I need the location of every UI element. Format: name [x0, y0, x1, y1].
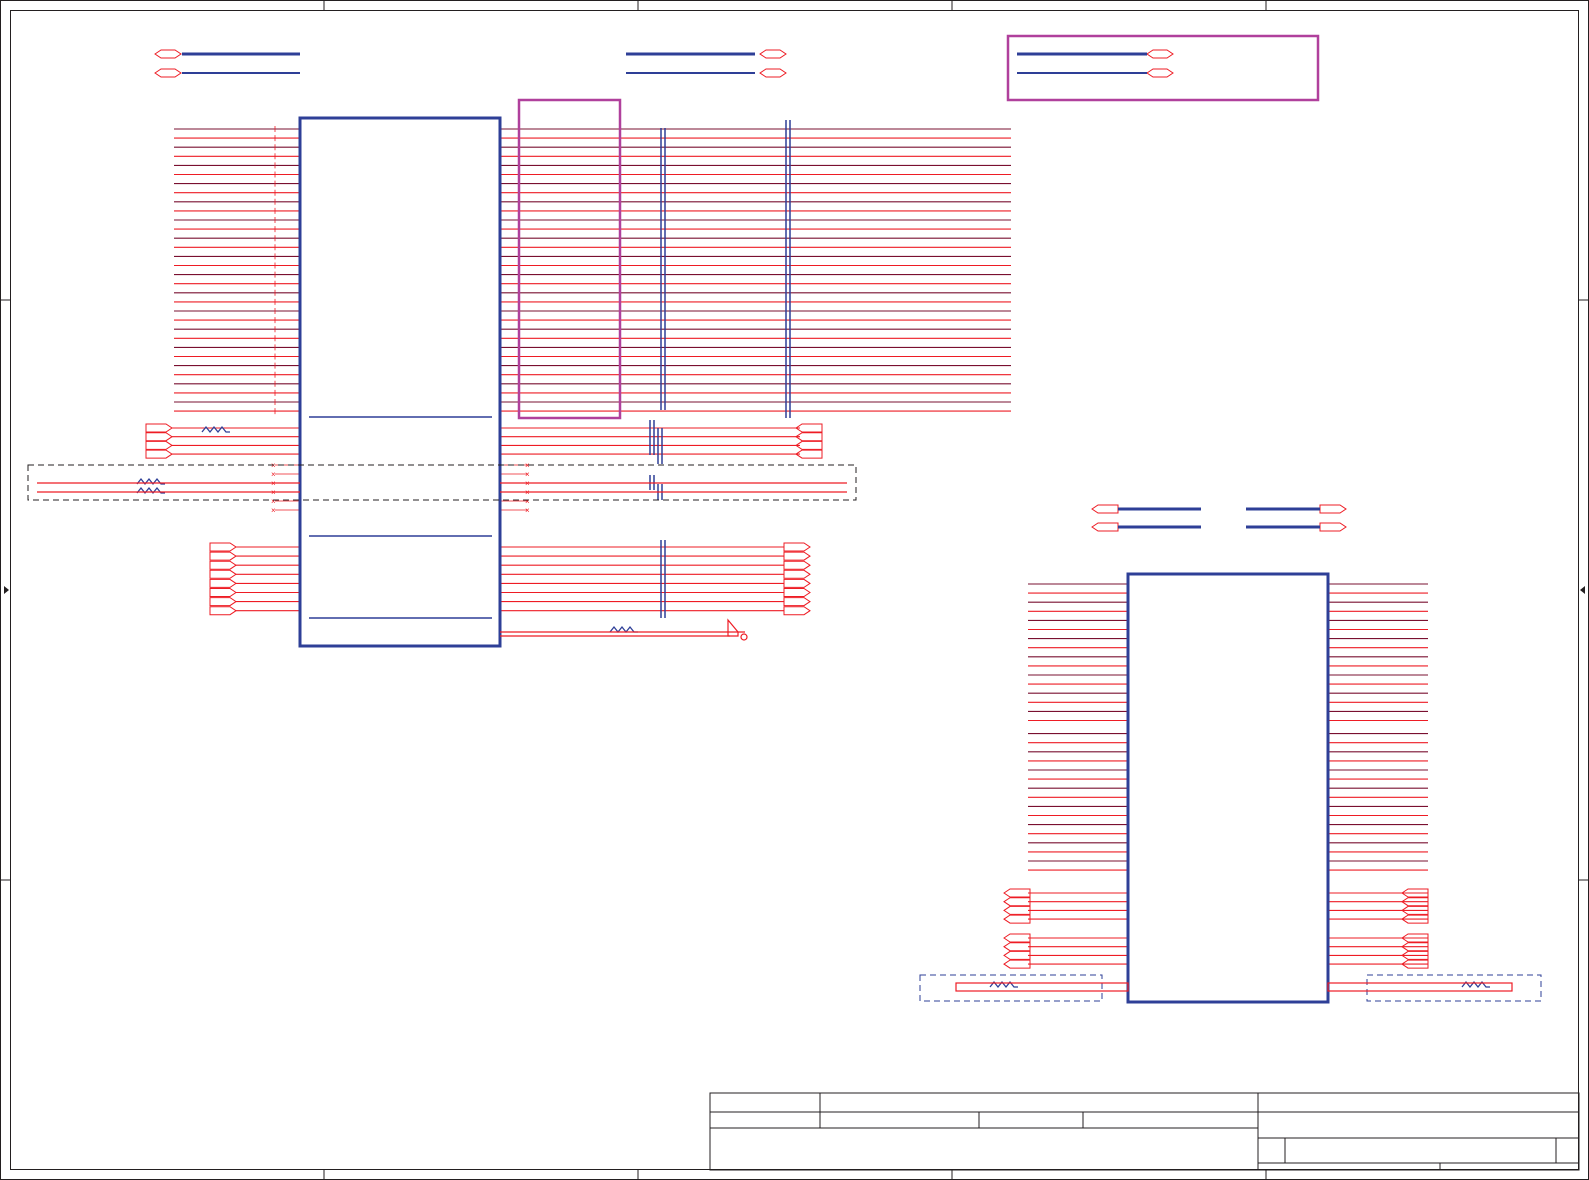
control-input-port	[145, 432, 173, 442]
u2-left-ctrl-port	[1003, 942, 1031, 952]
power-port	[154, 49, 182, 59]
ic-u1-body	[298, 116, 502, 648]
nc-x-mark: ×	[525, 497, 530, 506]
connector-group	[145, 49, 1429, 969]
ic-u2-body	[1126, 572, 1330, 1004]
power-port	[759, 49, 787, 59]
nc-x-mark: ×	[525, 506, 530, 515]
u2-left-ctrl-port	[1003, 888, 1031, 898]
power-port	[759, 68, 787, 78]
control-input-port	[145, 449, 173, 459]
lower-bus-input-port	[209, 551, 237, 561]
u2-power-port	[1319, 504, 1347, 514]
u2-left-ctrl-port	[1003, 950, 1031, 960]
lower-bus-output-port	[783, 542, 811, 552]
sheet-frame	[0, 0, 1589, 1180]
u2-power-port	[1319, 522, 1347, 532]
u2-left-ctrl-port	[1003, 959, 1031, 969]
power-port	[1146, 68, 1174, 78]
power-net-highlight-box	[1006, 34, 1320, 102]
capacitor-group	[649, 120, 791, 618]
u1-left-pin-wires	[172, 126, 300, 612]
lower-bus-input-port	[209, 542, 237, 552]
u2-left-ctrl-port	[1003, 933, 1031, 943]
power-port	[154, 68, 182, 78]
no-connect-marks: ××××××××××××	[271, 461, 530, 515]
lower-bus-output-port	[783, 597, 811, 607]
control-input-port	[145, 440, 173, 450]
power-port	[1146, 49, 1174, 59]
lower-bus-output-port	[783, 560, 811, 570]
lower-bus-input-port	[209, 588, 237, 597]
schematic-canvas: ××××××××××××	[0, 0, 1589, 1180]
u2-pin-wires	[1028, 583, 1428, 965]
lower-bus-input-port	[209, 606, 237, 616]
title-block	[709, 1092, 1580, 1171]
u2-left-ctrl-port	[1003, 914, 1031, 924]
u1-right-pin-wires	[500, 128, 1011, 612]
u1-output-net	[500, 618, 748, 641]
u2-dashed-group-left	[919, 974, 1129, 1002]
lower-bus-input-port	[209, 597, 237, 607]
u2-left-ctrl-port	[1003, 905, 1031, 915]
u2-dashed-group-right	[1327, 974, 1542, 1002]
lower-bus-output-port	[783, 569, 811, 579]
control-input-port	[145, 423, 173, 433]
u2-power-port	[1091, 522, 1119, 532]
power-net-u2	[1118, 507, 1320, 529]
schematic-sheet: ××××××××××××	[0, 0, 1589, 1180]
u2-left-ctrl-port	[1003, 897, 1031, 907]
lower-bus-output-port	[783, 551, 811, 561]
nc-x-mark: ×	[271, 506, 276, 515]
power-net-left	[182, 52, 300, 74]
nc-x-mark: ×	[271, 470, 276, 479]
dashed-signal-group	[27, 464, 857, 501]
u2-power-port	[1091, 504, 1119, 514]
power-net-middle	[626, 52, 755, 74]
resistor-group	[136, 425, 1490, 989]
nc-x-mark: ×	[525, 470, 530, 479]
lower-bus-output-port	[783, 578, 811, 588]
lower-bus-output-port	[783, 588, 811, 597]
nc-x-mark: ×	[271, 497, 276, 506]
resistor-r4	[609, 625, 638, 634]
lower-bus-input-port	[209, 560, 237, 570]
lower-bus-input-port	[209, 569, 237, 579]
lower-bus-input-port	[209, 578, 237, 588]
lower-bus-output-port	[783, 606, 811, 616]
